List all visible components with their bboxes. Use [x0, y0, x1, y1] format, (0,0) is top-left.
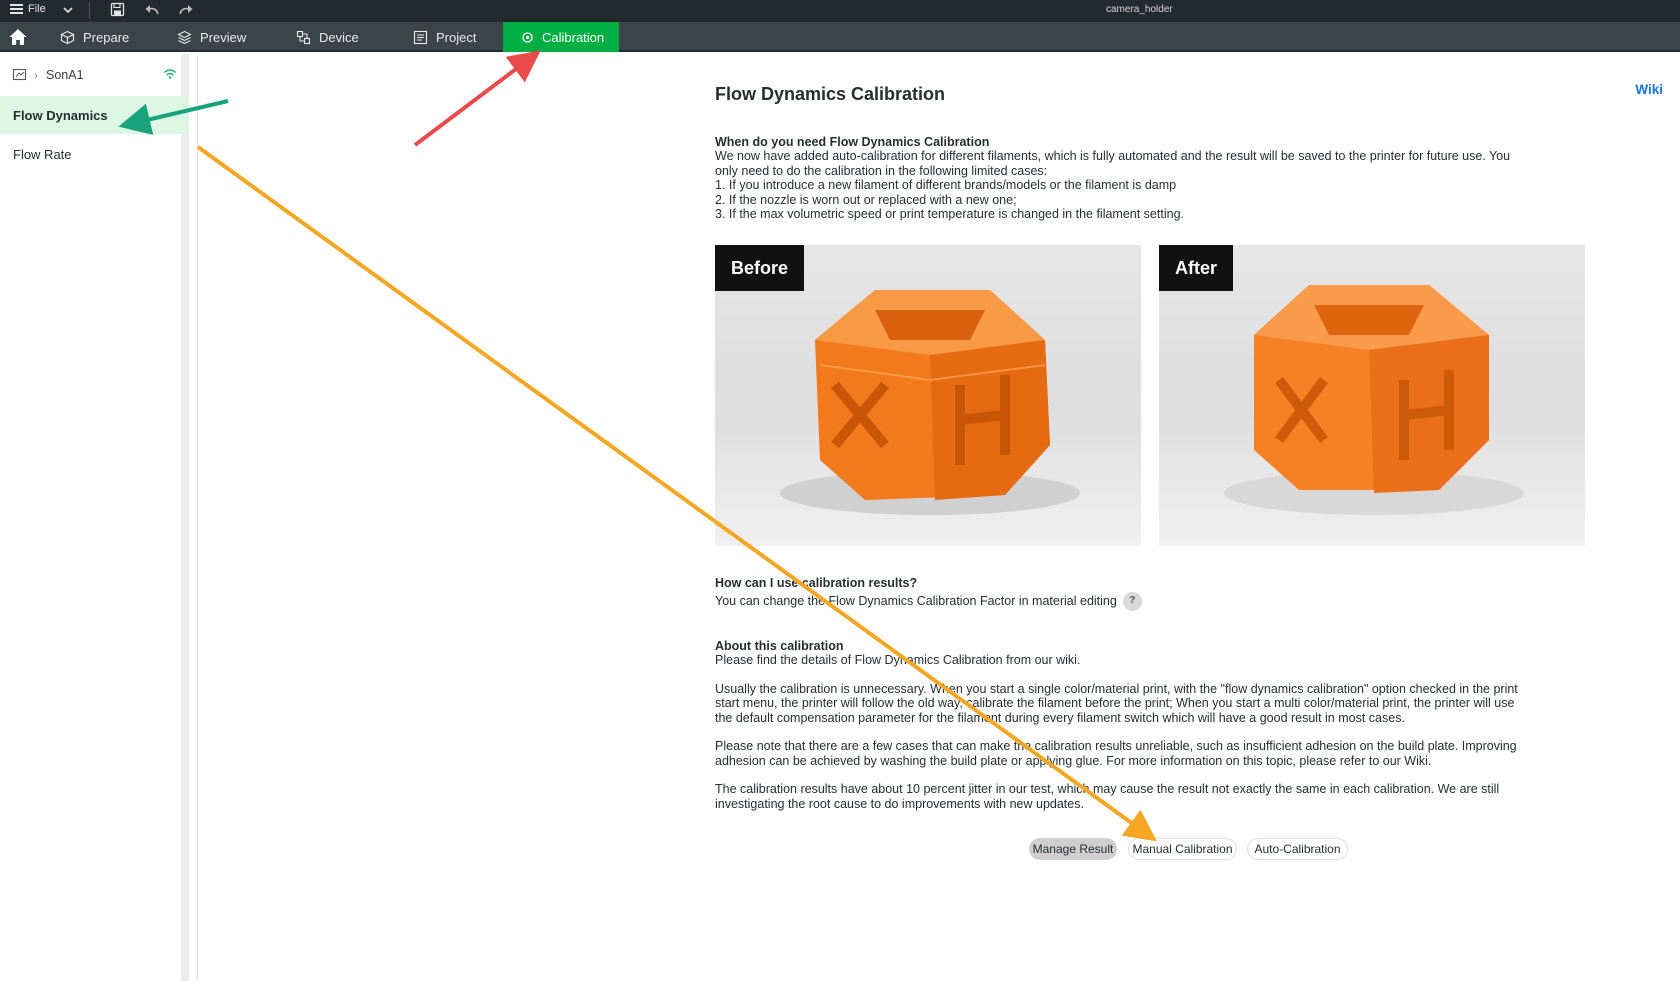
sidebar-item-label: Flow Dynamics	[13, 107, 108, 123]
redo-icon[interactable]	[178, 2, 194, 17]
tab-prepare[interactable]: Prepare	[60, 22, 129, 52]
chevron-down-icon[interactable]	[62, 3, 74, 17]
tab-label: Prepare	[83, 29, 130, 45]
about-line: adhesion can be achieved by washing the …	[715, 753, 1432, 768]
tab-label: Preview	[200, 29, 247, 45]
chevron-right-icon: ›	[34, 68, 38, 82]
when-line: 3. If the max volumetric speed or print …	[715, 207, 1184, 221]
page-title: Flow Dynamics Calibration	[715, 84, 946, 104]
about-section: About this calibration Please find the d…	[715, 639, 1565, 811]
when-heading: When do you need Flow Dynamics Calibrati…	[715, 135, 990, 149]
tab-project[interactable]: Project	[413, 22, 476, 52]
main-tab-bar: Prepare Preview Device Project Calibrati…	[0, 22, 1680, 52]
printer-name: SonA1	[46, 68, 84, 82]
printer-icon	[12, 68, 27, 81]
tab-label: Device	[319, 29, 359, 45]
manage-result-button[interactable]: Manage Result	[1029, 838, 1117, 860]
when-line: only need to do the calibration in the f…	[715, 163, 1048, 178]
after-label: After	[1159, 245, 1234, 291]
before-image: Before	[715, 245, 1141, 546]
how-text: You can change the Flow Dynamics Calibra…	[715, 593, 1117, 608]
about-line: The calibration results have about 10 pe…	[715, 782, 1500, 796]
device-icon	[296, 30, 311, 44]
hamburger-icon	[10, 4, 23, 14]
about-line: Please note that there are a few cases t…	[715, 739, 1517, 753]
sidebar-item-flow-dynamics[interactable]: Flow Dynamics	[0, 96, 189, 134]
about-line: Usually the calibration is unnecessary. …	[715, 681, 1518, 696]
tab-preview[interactable]: Preview	[177, 22, 246, 52]
auto-calibration-button[interactable]: Auto-Calibration	[1247, 838, 1348, 860]
how-text-row: You can change the Flow Dynamics Calibra…	[715, 592, 1565, 611]
tab-label: Calibration	[542, 29, 605, 45]
when-line: We now have added auto-calibration for d…	[715, 149, 1511, 163]
when-section: When do you need Flow Dynamics Calibrati…	[715, 135, 1565, 222]
cube-icon	[60, 30, 75, 44]
manual-calibration-button[interactable]: Manual Calibration	[1128, 838, 1237, 860]
wifi-icon	[164, 69, 176, 79]
title-bar: File camera_holder	[0, 0, 1680, 22]
sidebar: › SonA1 Flow Dynamics Flow Rate	[0, 54, 189, 981]
sidebar-item-label: Flow Rate	[13, 146, 72, 162]
help-icon[interactable]: ?	[1122, 592, 1142, 611]
home-icon[interactable]	[8, 27, 28, 47]
how-heading: How can I use calibration results?	[715, 576, 918, 590]
tab-label: Project	[436, 29, 477, 45]
about-line: the default compensation parameter for t…	[715, 710, 1405, 725]
tab-calibration[interactable]: Calibration	[503, 22, 619, 52]
main-panel: Flow Dynamics Calibration Wiki When do y…	[197, 54, 1680, 981]
save-icon[interactable]	[110, 2, 125, 17]
about-paragraph: Please find the details of Flow Dynamics…	[715, 653, 1081, 667]
file-menu[interactable]: File	[10, 3, 46, 15]
document-icon	[413, 30, 428, 44]
when-line: 1. If you introduce a new filament of di…	[715, 178, 1177, 192]
printer-selector[interactable]: › SonA1	[12, 64, 177, 86]
calibration-icon	[522, 31, 533, 43]
when-line: 2. If the nozzle is worn out or replaced…	[715, 192, 1017, 207]
tab-device[interactable]: Device	[296, 22, 359, 52]
before-label: Before	[715, 245, 805, 291]
about-line: start menu, the printer will follow the …	[715, 696, 1515, 710]
sidebar-item-flow-rate[interactable]: Flow Rate	[0, 135, 189, 173]
wiki-link[interactable]: Wiki	[1635, 82, 1663, 97]
file-menu-label: File	[28, 3, 46, 15]
how-section: How can I use calibration results? You c…	[715, 576, 1565, 611]
layers-icon	[177, 30, 192, 44]
undo-icon[interactable]	[144, 2, 160, 17]
after-image: After	[1159, 245, 1585, 546]
about-line: investigating the root cause to do impro…	[715, 796, 1084, 811]
about-heading: About this calibration	[715, 639, 844, 653]
